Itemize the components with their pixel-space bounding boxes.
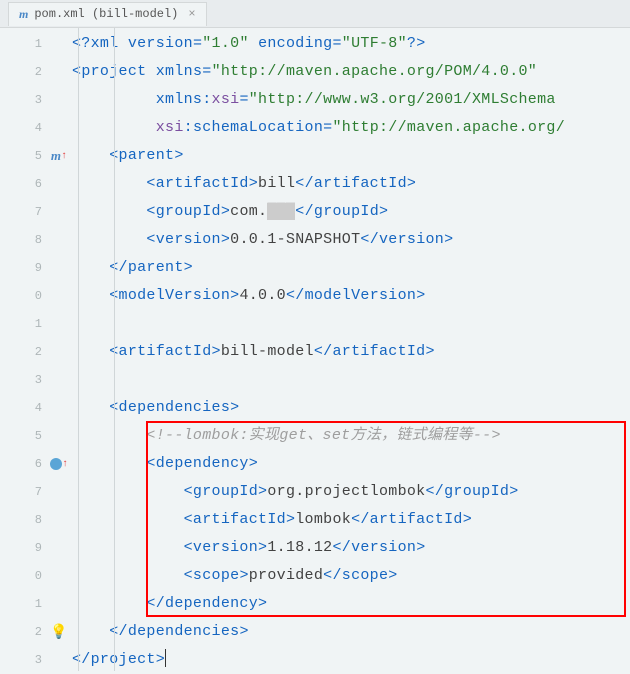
line-number: 6	[0, 450, 42, 478]
line-number: 8	[0, 506, 42, 534]
file-tab[interactable]: m pom.xml (bill-model) ×	[8, 2, 207, 26]
line-number: 2	[0, 338, 42, 366]
code-area[interactable]: <?xml version="1.0" encoding="UTF-8"?> <…	[70, 28, 630, 671]
tab-filename: pom.xml (bill-model)	[34, 7, 178, 21]
maven-marker-icon[interactable]: m↑	[48, 142, 70, 170]
line-number: 1	[0, 590, 42, 618]
line-number: 3	[0, 646, 42, 674]
line-number: 1	[0, 310, 42, 338]
tab-bar: m pom.xml (bill-model) ×	[0, 0, 630, 28]
text-cursor	[165, 649, 166, 667]
line-number: 2	[0, 618, 42, 646]
line-number: 9	[0, 534, 42, 562]
line-number: 5	[0, 422, 42, 450]
line-number: 4	[0, 114, 42, 142]
line-number: 3	[0, 86, 42, 114]
line-number: 6	[0, 170, 42, 198]
line-number: 4	[0, 394, 42, 422]
bulb-icon[interactable]: 💡	[48, 618, 70, 646]
line-number: 9	[0, 254, 42, 282]
line-number: 1	[0, 30, 42, 58]
line-number: 7	[0, 198, 42, 226]
editor: 1 2 3 4 5 6 7 8 9 0 1 2 3 4 5 6 7 8 9 0 …	[0, 28, 630, 671]
line-number: 0	[0, 562, 42, 590]
maven-icon: m	[19, 7, 28, 22]
close-icon[interactable]: ×	[188, 7, 195, 21]
line-number: 0	[0, 282, 42, 310]
line-number: 3	[0, 366, 42, 394]
line-number: 7	[0, 478, 42, 506]
line-number: 5	[0, 142, 42, 170]
gutter-icons: m↑ ↑ 💡	[48, 28, 70, 671]
override-marker-icon[interactable]: ↑	[48, 450, 70, 478]
line-number: 2	[0, 58, 42, 86]
line-numbers: 1 2 3 4 5 6 7 8 9 0 1 2 3 4 5 6 7 8 9 0 …	[0, 28, 48, 671]
line-number: 8	[0, 226, 42, 254]
